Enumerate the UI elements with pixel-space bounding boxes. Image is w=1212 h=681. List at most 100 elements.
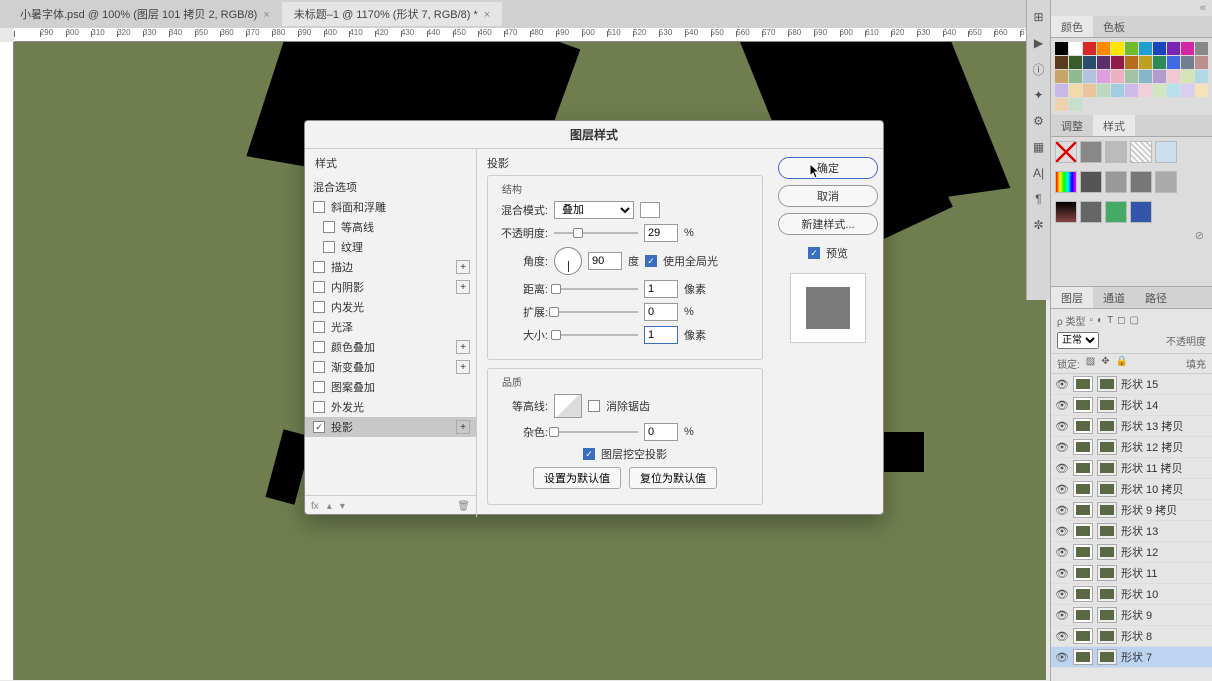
size-input[interactable] (644, 326, 678, 344)
mask-thumb[interactable] (1097, 481, 1117, 497)
mask-thumb[interactable] (1097, 376, 1117, 392)
doc-tab-1[interactable]: 小暑字体.psd @ 100% (图层 101 拷贝 2, RGB/8)× (8, 2, 282, 26)
filter-shape-icon[interactable]: ◻ (1117, 315, 1125, 326)
color-swatch[interactable] (1111, 56, 1124, 69)
layer-thumb[interactable] (1073, 397, 1093, 413)
mask-thumb[interactable] (1097, 397, 1117, 413)
color-swatch[interactable] (1069, 84, 1082, 97)
ok-button[interactable]: 确定 (778, 157, 878, 179)
preview-checkbox[interactable] (808, 247, 820, 259)
tab-channels[interactable]: 通道 (1093, 287, 1135, 308)
style-preset-icon[interactable] (1105, 201, 1127, 223)
lock-pixels-icon[interactable]: ▨ (1086, 356, 1095, 371)
cancel-button[interactable]: 取消 (778, 185, 878, 207)
filter-type-icon[interactable]: ▫ (1089, 315, 1093, 326)
knockout-checkbox[interactable] (583, 448, 595, 460)
color-swatch[interactable] (1069, 70, 1082, 83)
tab-style[interactable]: 样式 (1093, 115, 1135, 136)
ruler-horizontal[interactable]: 2903003103203303403503603703803904004104… (14, 28, 1046, 42)
color-swatch[interactable] (1195, 56, 1208, 69)
layer-item[interactable]: 👁形状 9 拷贝 (1051, 500, 1212, 521)
color-swatch[interactable] (1097, 84, 1110, 97)
layer-item[interactable]: 👁形状 7 (1051, 647, 1212, 668)
style-color-overlay[interactable]: 颜色叠加+ (305, 337, 476, 357)
fx-icon[interactable]: fx (311, 501, 319, 512)
mask-thumb[interactable] (1097, 649, 1117, 665)
blend-mode-select[interactable]: 正常 (1057, 332, 1099, 349)
visibility-icon[interactable]: 👁 (1055, 588, 1069, 601)
style-gradient-overlay[interactable]: 渐变叠加+ (305, 357, 476, 377)
tab-color[interactable]: 颜色 (1051, 16, 1093, 37)
visibility-icon[interactable]: 👁 (1055, 441, 1069, 454)
color-swatch[interactable] (1111, 70, 1124, 83)
style-preset-icon[interactable] (1080, 141, 1102, 163)
color-swatch[interactable] (1139, 70, 1152, 83)
no-style-icon[interactable] (1055, 141, 1077, 163)
distance-input[interactable] (644, 280, 678, 298)
style-preset-icon[interactable] (1155, 141, 1177, 163)
style-preset-icon[interactable] (1155, 171, 1177, 193)
ruler-vertical[interactable] (0, 42, 14, 680)
layer-item[interactable]: 👁形状 10 (1051, 584, 1212, 605)
color-swatch[interactable] (1153, 84, 1166, 97)
visibility-icon[interactable]: 👁 (1055, 546, 1069, 559)
contour-picker[interactable] (554, 394, 582, 418)
color-swatch[interactable] (1181, 84, 1194, 97)
layer-thumb[interactable] (1073, 439, 1093, 455)
color-swatch[interactable] (1083, 42, 1096, 55)
no-icon[interactable]: ⊘ (1051, 227, 1212, 244)
lock-all-icon[interactable]: 🔒 (1116, 356, 1128, 371)
color-swatch[interactable] (1181, 70, 1194, 83)
layer-thumb[interactable] (1073, 481, 1093, 497)
color-swatch[interactable] (1083, 84, 1096, 97)
antialias-checkbox[interactable] (588, 400, 600, 412)
visibility-icon[interactable]: 👁 (1055, 483, 1069, 496)
visibility-icon[interactable]: 👁 (1055, 378, 1069, 391)
reset-default-button[interactable]: 复位为默认值 (629, 467, 717, 489)
layer-thumb[interactable] (1073, 502, 1093, 518)
color-swatch[interactable] (1195, 70, 1208, 83)
filter-text-icon[interactable]: T (1107, 315, 1113, 326)
layer-thumb[interactable] (1073, 544, 1093, 560)
color-swatch[interactable] (1167, 70, 1180, 83)
plus-icon[interactable]: + (456, 260, 470, 274)
layer-thumb[interactable] (1073, 523, 1093, 539)
color-swatch[interactable] (1181, 56, 1194, 69)
color-swatch[interactable] (1097, 56, 1110, 69)
mask-thumb[interactable] (1097, 565, 1117, 581)
set-default-button[interactable]: 设置为默认值 (533, 467, 621, 489)
arrow-down-icon[interactable]: ▾ (340, 501, 345, 512)
size-slider[interactable] (554, 331, 638, 339)
style-outer-glow[interactable]: 外发光 (305, 397, 476, 417)
plus-icon[interactable]: + (456, 360, 470, 374)
layer-item[interactable]: 👁形状 11 拷贝 (1051, 458, 1212, 479)
spread-input[interactable] (644, 303, 678, 321)
style-preset-icon[interactable] (1055, 201, 1077, 223)
tab-swatches[interactable]: 色板 (1093, 16, 1135, 37)
collapse-icon[interactable]: « (1051, 0, 1212, 16)
color-swatch[interactable] (1153, 56, 1166, 69)
layer-item[interactable]: 👁形状 13 拷贝 (1051, 416, 1212, 437)
style-preset-icon[interactable] (1130, 201, 1152, 223)
color-swatch[interactable] (1139, 56, 1152, 69)
paragraph-icon[interactable]: ¶ (1030, 190, 1048, 208)
color-swatch[interactable] (1055, 70, 1068, 83)
tab-layers[interactable]: 图层 (1051, 287, 1093, 308)
tab-paths[interactable]: 路径 (1135, 287, 1177, 308)
opacity-input[interactable] (644, 224, 678, 242)
character-icon[interactable]: A| (1030, 164, 1048, 182)
color-swatch[interactable] (1125, 84, 1138, 97)
histogram-icon[interactable]: ⊞ (1030, 8, 1048, 26)
tab-adjust[interactable]: 调整 (1051, 115, 1093, 136)
color-swatch[interactable] (1195, 42, 1208, 55)
layer-thumb[interactable] (1073, 628, 1093, 644)
angle-dial[interactable] (554, 247, 582, 275)
color-swatch[interactable] (1055, 56, 1068, 69)
layer-item[interactable]: 👁形状 15 (1051, 374, 1212, 395)
new-style-button[interactable]: 新建样式... (778, 213, 878, 235)
layer-item[interactable]: 👁形状 12 (1051, 542, 1212, 563)
style-inner-shadow[interactable]: 内阴影+ (305, 277, 476, 297)
brush-icon[interactable]: ✦ (1030, 86, 1048, 104)
noise-input[interactable] (644, 423, 678, 441)
global-light-checkbox[interactable] (645, 255, 657, 267)
